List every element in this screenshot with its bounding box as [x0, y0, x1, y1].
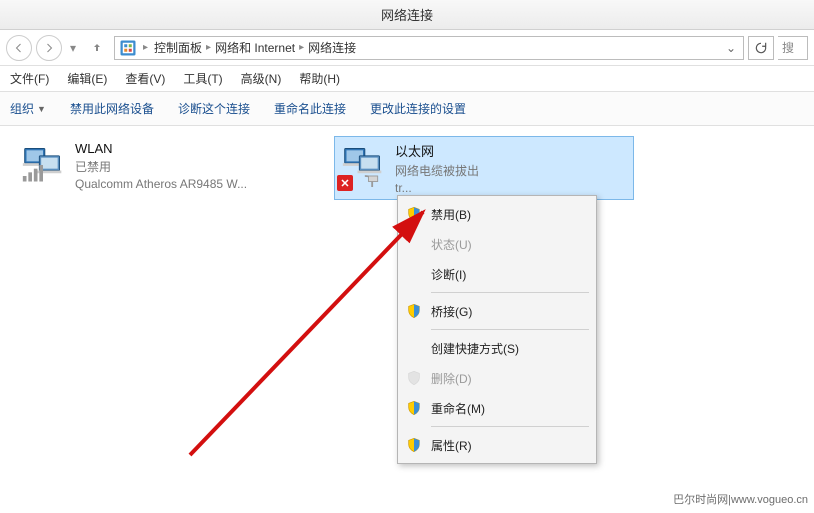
shield-icon: [405, 205, 423, 223]
addr-separator-icon: ▸: [299, 42, 304, 53]
wlan-adapter: Qualcomm Atheros AR9485 W...: [75, 177, 247, 191]
connection-ethernet[interactable]: ✕ 以太网 网络电缆被拔出 tr...: [334, 136, 634, 200]
shield-icon: [405, 302, 423, 320]
blank-icon: [405, 339, 423, 357]
shield-icon: [405, 399, 423, 417]
ethernet-icon: ✕: [339, 141, 387, 189]
toolbar-organize[interactable]: 组织 ▼: [10, 100, 46, 117]
context-menu: 禁用(B) 状态(U) 诊断(I) 桥接(G) 创建快捷方式(S) 删除(D) …: [397, 195, 597, 464]
menubar: 文件(F) 编辑(E) 查看(V) 工具(T) 高级(N) 帮助(H): [0, 66, 814, 92]
ctx-properties[interactable]: 属性(R): [401, 430, 593, 460]
ethernet-info: 以太网 网络电缆被拔出 tr...: [395, 141, 479, 195]
refresh-button[interactable]: [748, 36, 774, 60]
separator: [431, 292, 589, 293]
breadcrumb-seg[interactable]: 网络连接: [308, 39, 356, 56]
ethernet-adapter: tr...: [395, 181, 479, 195]
ctx-disable-label: 禁用(B): [431, 206, 471, 223]
ctx-delete-label: 删除(D): [431, 370, 472, 387]
ctx-shortcut-label: 创建快捷方式(S): [431, 340, 519, 357]
ctx-rename-label: 重命名(M): [431, 400, 485, 417]
toolbar-change[interactable]: 更改此连接的设置: [370, 100, 466, 117]
recent-locations-dropdown[interactable]: ▾: [66, 36, 80, 60]
ctx-properties-label: 属性(R): [431, 437, 472, 454]
refresh-icon: [754, 41, 768, 55]
separator: [431, 329, 589, 330]
window-title: 网络连接: [381, 5, 433, 24]
menu-edit[interactable]: 编辑(E): [67, 70, 107, 87]
ctx-diagnose[interactable]: 诊断(I): [401, 259, 593, 289]
breadcrumb-seg[interactable]: 网络和 Internet: [215, 39, 295, 56]
menu-file[interactable]: 文件(F): [10, 70, 49, 87]
toolbar-organize-label: 组织: [10, 100, 34, 117]
forward-arrow-icon: [43, 42, 55, 54]
search-box[interactable]: 搜: [778, 36, 808, 60]
search-placeholder: 搜: [782, 39, 794, 56]
addr-separator-icon: ▸: [206, 42, 211, 53]
ethernet-title: 以太网: [395, 141, 479, 160]
shield-icon: [405, 436, 423, 454]
connections-grid: WLAN 已禁用 Qualcomm Atheros AR9485 W... ✕: [14, 136, 800, 200]
toolbar-diagnose[interactable]: 诊断这个连接: [178, 100, 250, 117]
toolbar-rename[interactable]: 重命名此连接: [274, 100, 346, 117]
titlebar: 网络连接: [0, 0, 814, 30]
ctx-shortcut[interactable]: 创建快捷方式(S): [401, 333, 593, 363]
addressbar-row: ▾ ▸ 控制面板 ▸ 网络和 Internet ▸ 网络连接 ⌄ 搜: [0, 30, 814, 66]
addressbar-dropdown[interactable]: ⌄: [723, 41, 739, 55]
breadcrumb-seg[interactable]: 控制面板: [154, 39, 202, 56]
ctx-disable[interactable]: 禁用(B): [401, 199, 593, 229]
menu-help[interactable]: 帮助(H): [299, 70, 340, 87]
chevron-down-icon: ▼: [37, 104, 46, 114]
error-x-icon: ✕: [337, 175, 353, 191]
blank-icon: [405, 235, 423, 253]
wlan-title: WLAN: [75, 141, 247, 156]
ctx-bridge-label: 桥接(G): [431, 303, 472, 320]
shield-icon: [405, 369, 423, 387]
menu-advanced[interactable]: 高级(N): [241, 70, 282, 87]
breadcrumb: 控制面板 ▸ 网络和 Internet ▸ 网络连接: [154, 39, 356, 56]
menu-tools[interactable]: 工具(T): [183, 70, 222, 87]
back-button[interactable]: [6, 35, 32, 61]
addr-separator-icon: ▸: [143, 42, 148, 53]
up-arrow-icon: [91, 42, 103, 54]
forward-button[interactable]: [36, 35, 62, 61]
wlan-status: 已禁用: [75, 158, 247, 175]
toolbar-disable[interactable]: 禁用此网络设备: [70, 100, 154, 117]
wlan-info: WLAN 已禁用 Qualcomm Atheros AR9485 W...: [75, 141, 247, 195]
watermark: 巴尔时尚网|www.vogueo.cn: [673, 491, 808, 507]
addressbar[interactable]: ▸ 控制面板 ▸ 网络和 Internet ▸ 网络连接 ⌄: [114, 36, 744, 60]
ctx-bridge[interactable]: 桥接(G): [401, 296, 593, 326]
ctx-delete: 删除(D): [401, 363, 593, 393]
ethernet-status: 网络电缆被拔出: [395, 162, 479, 179]
control-panel-icon: [119, 39, 137, 57]
menu-view[interactable]: 查看(V): [125, 70, 165, 87]
toolbar: 组织 ▼ 禁用此网络设备 诊断这个连接 重命名此连接 更改此连接的设置: [0, 92, 814, 126]
wlan-icon: [19, 141, 67, 189]
ctx-status-label: 状态(U): [431, 236, 472, 253]
connection-wlan[interactable]: WLAN 已禁用 Qualcomm Atheros AR9485 W...: [14, 136, 314, 200]
blank-icon: [405, 265, 423, 283]
ctx-status: 状态(U): [401, 229, 593, 259]
up-button[interactable]: [84, 35, 110, 61]
ctx-rename[interactable]: 重命名(M): [401, 393, 593, 423]
back-arrow-icon: [13, 42, 25, 54]
ctx-diagnose-label: 诊断(I): [431, 266, 466, 283]
separator: [431, 426, 589, 427]
